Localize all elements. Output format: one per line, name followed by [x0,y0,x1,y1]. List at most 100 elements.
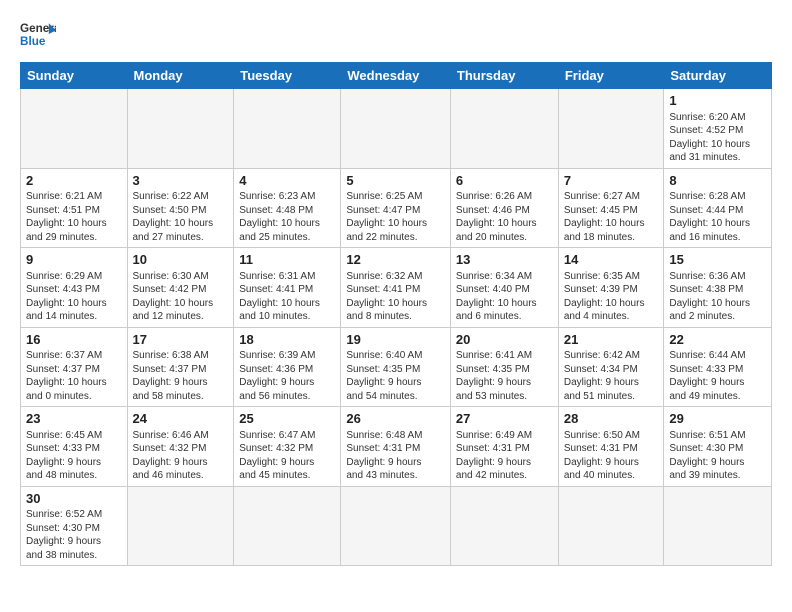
calendar-day-cell: 22Sunrise: 6:44 AM Sunset: 4:33 PM Dayli… [664,327,772,407]
day-info: Sunrise: 6:50 AM Sunset: 4:31 PM Dayligh… [564,429,659,483]
calendar-day-cell [127,486,234,566]
day-number: 17 [133,331,229,349]
calendar-day-cell: 14Sunrise: 6:35 AM Sunset: 4:39 PM Dayli… [558,248,664,328]
page: General Blue SundayMondayTuesdayWednesda… [0,0,792,612]
day-number: 19 [346,331,445,349]
day-info: Sunrise: 6:34 AM Sunset: 4:40 PM Dayligh… [456,270,553,324]
calendar-day-cell: 10Sunrise: 6:30 AM Sunset: 4:42 PM Dayli… [127,248,234,328]
day-info: Sunrise: 6:26 AM Sunset: 4:46 PM Dayligh… [456,190,553,244]
day-number: 14 [564,251,659,269]
day-number: 2 [26,172,122,190]
day-info: Sunrise: 6:44 AM Sunset: 4:33 PM Dayligh… [669,349,766,403]
day-number: 27 [456,410,553,428]
day-info: Sunrise: 6:31 AM Sunset: 4:41 PM Dayligh… [239,270,335,324]
day-number: 26 [346,410,445,428]
calendar-day-cell: 30Sunrise: 6:52 AM Sunset: 4:30 PM Dayli… [21,486,128,566]
calendar-day-cell: 20Sunrise: 6:41 AM Sunset: 4:35 PM Dayli… [450,327,558,407]
day-info: Sunrise: 6:27 AM Sunset: 4:45 PM Dayligh… [564,190,659,244]
day-number: 8 [669,172,766,190]
day-info: Sunrise: 6:25 AM Sunset: 4:47 PM Dayligh… [346,190,445,244]
day-number: 15 [669,251,766,269]
calendar-day-cell: 16Sunrise: 6:37 AM Sunset: 4:37 PM Dayli… [21,327,128,407]
day-info: Sunrise: 6:47 AM Sunset: 4:32 PM Dayligh… [239,429,335,483]
calendar-week-row: 9Sunrise: 6:29 AM Sunset: 4:43 PM Daylig… [21,248,772,328]
day-number: 1 [669,92,766,110]
day-number: 16 [26,331,122,349]
day-info: Sunrise: 6:51 AM Sunset: 4:30 PM Dayligh… [669,429,766,483]
calendar-day-cell [450,486,558,566]
calendar-day-cell: 15Sunrise: 6:36 AM Sunset: 4:38 PM Dayli… [664,248,772,328]
calendar-day-cell [450,89,558,169]
weekday-header-monday: Monday [127,63,234,89]
day-info: Sunrise: 6:28 AM Sunset: 4:44 PM Dayligh… [669,190,766,244]
day-info: Sunrise: 6:42 AM Sunset: 4:34 PM Dayligh… [564,349,659,403]
calendar-day-cell: 25Sunrise: 6:47 AM Sunset: 4:32 PM Dayli… [234,407,341,487]
weekday-header-thursday: Thursday [450,63,558,89]
day-info: Sunrise: 6:36 AM Sunset: 4:38 PM Dayligh… [669,270,766,324]
day-number: 3 [133,172,229,190]
calendar-day-cell: 17Sunrise: 6:38 AM Sunset: 4:37 PM Dayli… [127,327,234,407]
calendar-table: SundayMondayTuesdayWednesdayThursdayFrid… [20,62,772,566]
calendar-week-row: 16Sunrise: 6:37 AM Sunset: 4:37 PM Dayli… [21,327,772,407]
calendar-day-cell: 24Sunrise: 6:46 AM Sunset: 4:32 PM Dayli… [127,407,234,487]
day-number: 22 [669,331,766,349]
calendar-day-cell: 5Sunrise: 6:25 AM Sunset: 4:47 PM Daylig… [341,168,451,248]
weekday-header-row: SundayMondayTuesdayWednesdayThursdayFrid… [21,63,772,89]
calendar-day-cell [664,486,772,566]
day-number: 25 [239,410,335,428]
day-info: Sunrise: 6:40 AM Sunset: 4:35 PM Dayligh… [346,349,445,403]
day-number: 18 [239,331,335,349]
day-number: 12 [346,251,445,269]
day-number: 21 [564,331,659,349]
day-info: Sunrise: 6:45 AM Sunset: 4:33 PM Dayligh… [26,429,122,483]
day-info: Sunrise: 6:30 AM Sunset: 4:42 PM Dayligh… [133,270,229,324]
day-number: 23 [26,410,122,428]
day-info: Sunrise: 6:20 AM Sunset: 4:52 PM Dayligh… [669,111,766,165]
day-number: 7 [564,172,659,190]
day-number: 20 [456,331,553,349]
day-number: 24 [133,410,229,428]
calendar-day-cell: 29Sunrise: 6:51 AM Sunset: 4:30 PM Dayli… [664,407,772,487]
day-number: 30 [26,490,122,508]
day-number: 13 [456,251,553,269]
calendar-day-cell [558,89,664,169]
logo: General Blue [20,16,56,52]
calendar-day-cell: 8Sunrise: 6:28 AM Sunset: 4:44 PM Daylig… [664,168,772,248]
svg-text:Blue: Blue [20,35,46,48]
day-info: Sunrise: 6:21 AM Sunset: 4:51 PM Dayligh… [26,190,122,244]
day-info: Sunrise: 6:38 AM Sunset: 4:37 PM Dayligh… [133,349,229,403]
day-info: Sunrise: 6:48 AM Sunset: 4:31 PM Dayligh… [346,429,445,483]
generalblue-logo-icon: General Blue [20,16,56,52]
day-info: Sunrise: 6:37 AM Sunset: 4:37 PM Dayligh… [26,349,122,403]
day-number: 4 [239,172,335,190]
day-number: 28 [564,410,659,428]
calendar-day-cell: 18Sunrise: 6:39 AM Sunset: 4:36 PM Dayli… [234,327,341,407]
calendar-day-cell [21,89,128,169]
calendar-day-cell: 21Sunrise: 6:42 AM Sunset: 4:34 PM Dayli… [558,327,664,407]
weekday-header-tuesday: Tuesday [234,63,341,89]
weekday-header-saturday: Saturday [664,63,772,89]
calendar-day-cell: 9Sunrise: 6:29 AM Sunset: 4:43 PM Daylig… [21,248,128,328]
calendar-day-cell: 27Sunrise: 6:49 AM Sunset: 4:31 PM Dayli… [450,407,558,487]
calendar-week-row: 30Sunrise: 6:52 AM Sunset: 4:30 PM Dayli… [21,486,772,566]
calendar-day-cell: 19Sunrise: 6:40 AM Sunset: 4:35 PM Dayli… [341,327,451,407]
day-info: Sunrise: 6:32 AM Sunset: 4:41 PM Dayligh… [346,270,445,324]
day-info: Sunrise: 6:35 AM Sunset: 4:39 PM Dayligh… [564,270,659,324]
day-number: 29 [669,410,766,428]
day-info: Sunrise: 6:49 AM Sunset: 4:31 PM Dayligh… [456,429,553,483]
day-info: Sunrise: 6:41 AM Sunset: 4:35 PM Dayligh… [456,349,553,403]
calendar-day-cell: 28Sunrise: 6:50 AM Sunset: 4:31 PM Dayli… [558,407,664,487]
day-info: Sunrise: 6:39 AM Sunset: 4:36 PM Dayligh… [239,349,335,403]
day-number: 10 [133,251,229,269]
day-info: Sunrise: 6:23 AM Sunset: 4:48 PM Dayligh… [239,190,335,244]
header: General Blue [20,16,772,52]
day-number: 11 [239,251,335,269]
calendar-day-cell: 1Sunrise: 6:20 AM Sunset: 4:52 PM Daylig… [664,89,772,169]
day-info: Sunrise: 6:29 AM Sunset: 4:43 PM Dayligh… [26,270,122,324]
calendar-day-cell: 4Sunrise: 6:23 AM Sunset: 4:48 PM Daylig… [234,168,341,248]
weekday-header-sunday: Sunday [21,63,128,89]
day-info: Sunrise: 6:46 AM Sunset: 4:32 PM Dayligh… [133,429,229,483]
calendar-day-cell [234,89,341,169]
calendar-week-row: 2Sunrise: 6:21 AM Sunset: 4:51 PM Daylig… [21,168,772,248]
calendar-day-cell: 2Sunrise: 6:21 AM Sunset: 4:51 PM Daylig… [21,168,128,248]
